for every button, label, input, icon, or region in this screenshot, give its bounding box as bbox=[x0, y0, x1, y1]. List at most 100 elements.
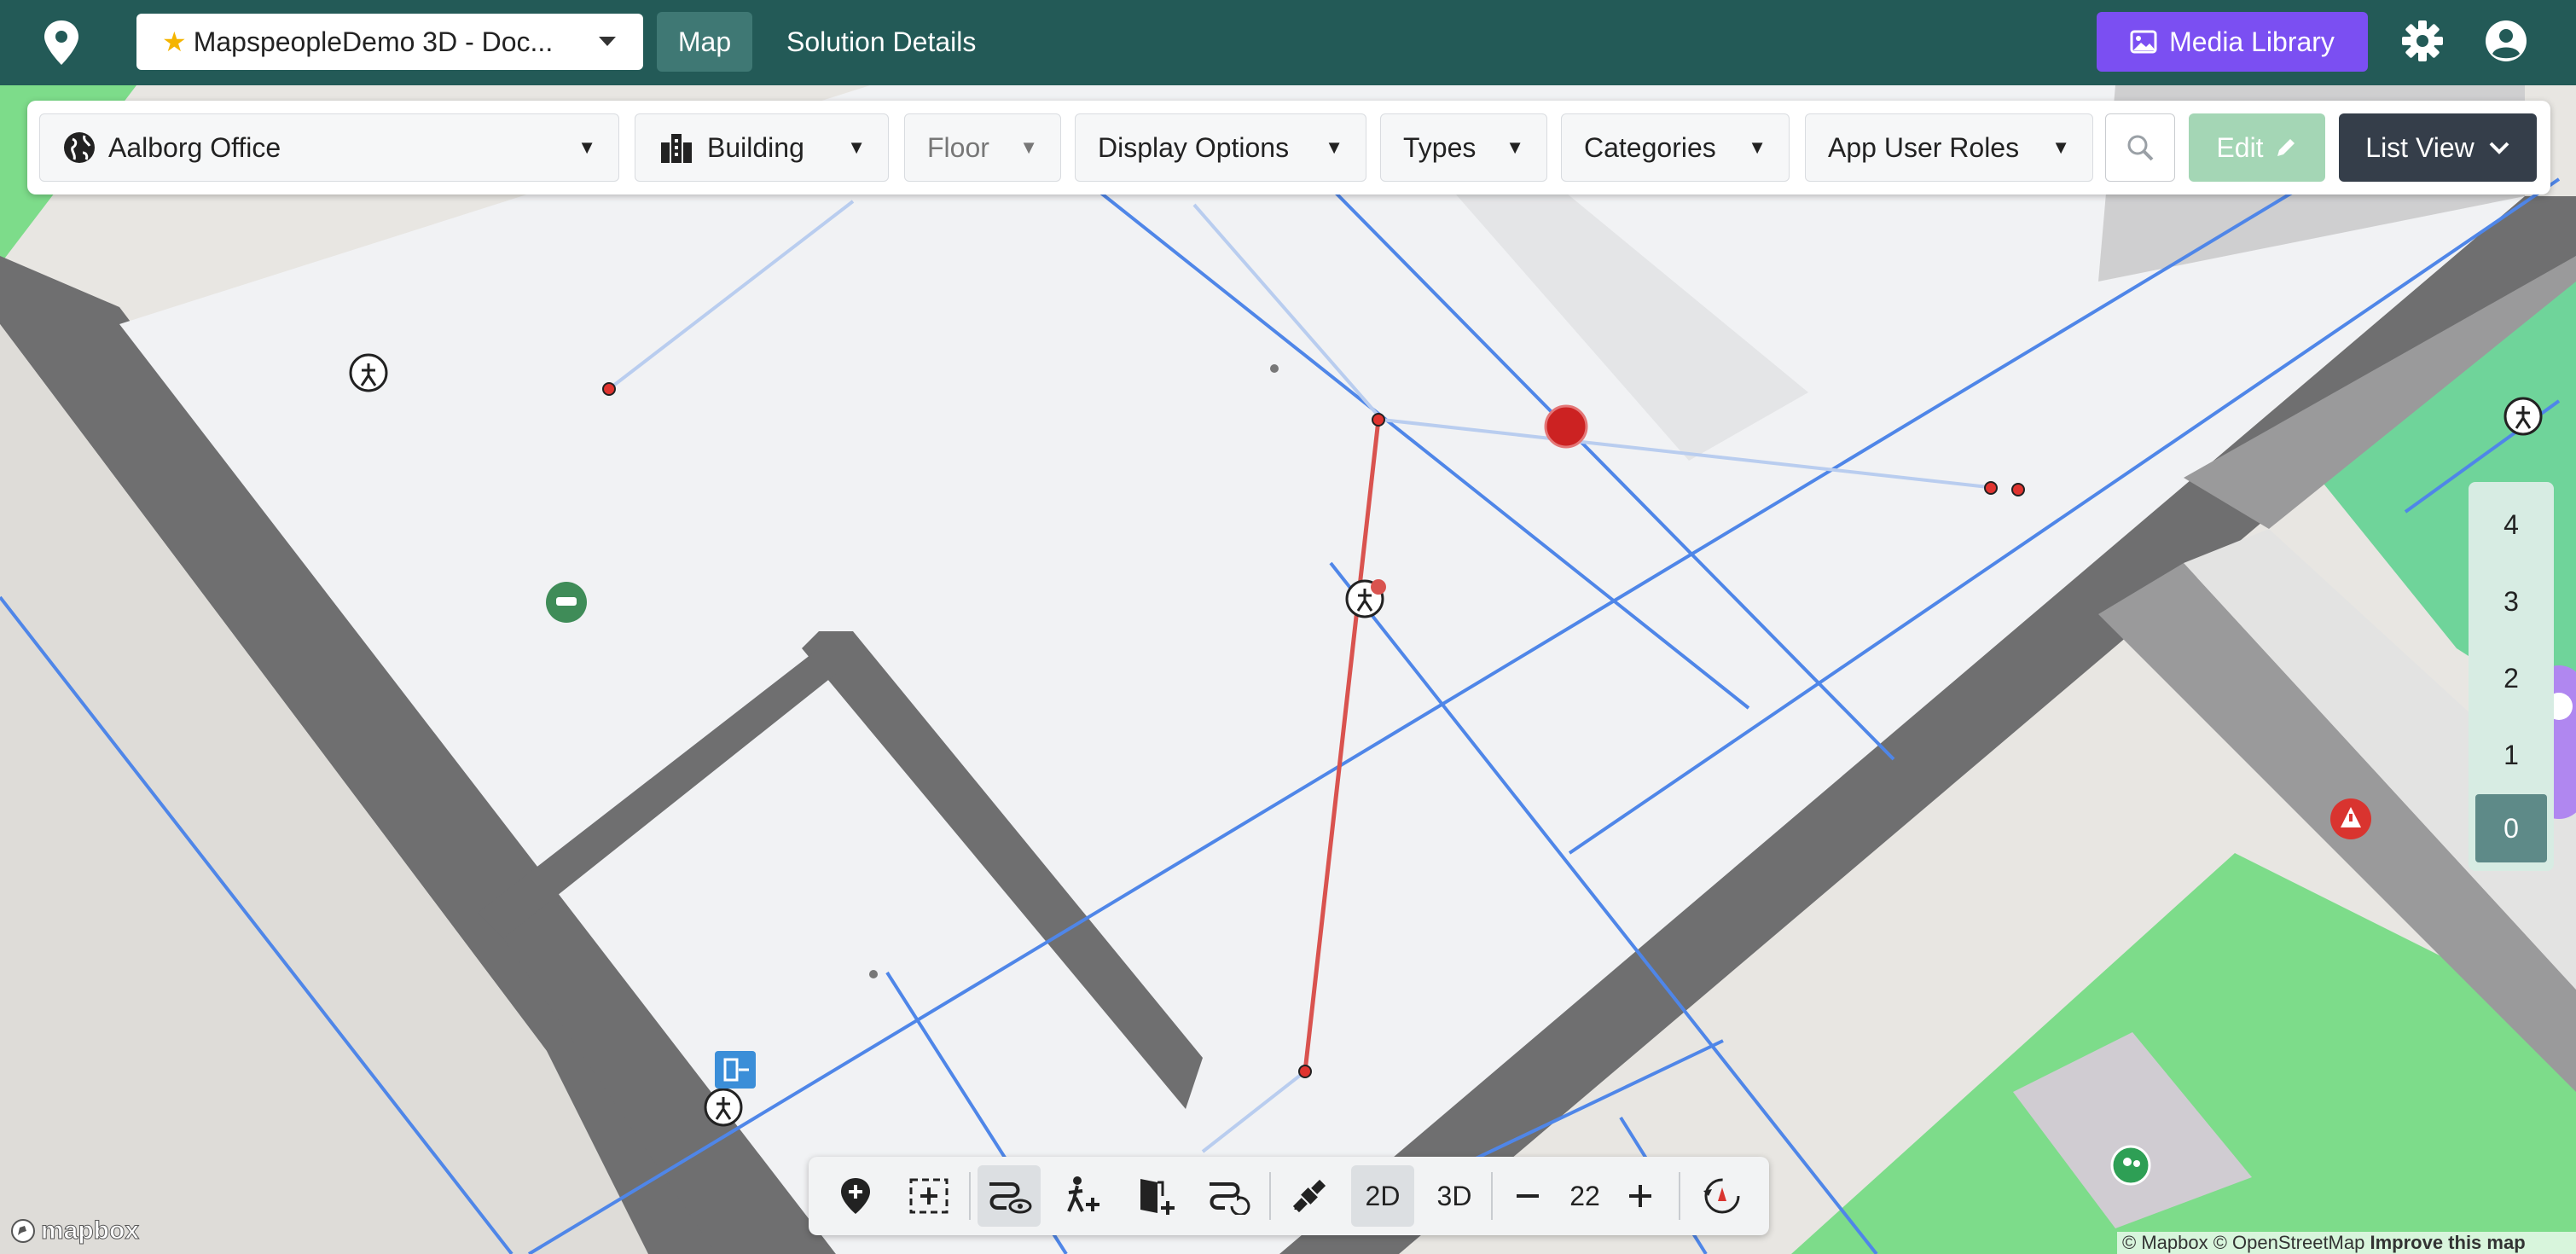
chevron-down-icon bbox=[599, 37, 616, 46]
lounge-icon[interactable] bbox=[546, 582, 587, 623]
route-node[interactable] bbox=[602, 382, 616, 396]
project-selector[interactable]: ★ MapspeopleDemo 3D - Doc... bbox=[136, 14, 643, 70]
satellite-toggle-button[interactable] bbox=[1278, 1165, 1341, 1227]
route-visibility-button[interactable] bbox=[978, 1165, 1041, 1227]
types-dropdown[interactable]: Types ▼ bbox=[1380, 113, 1547, 182]
walking-person-icon[interactable] bbox=[349, 353, 388, 392]
separator bbox=[1269, 1172, 1271, 1220]
area-select-icon bbox=[909, 1178, 949, 1214]
walking-person-icon[interactable] bbox=[2503, 397, 2543, 436]
building-icon bbox=[661, 134, 692, 163]
separator bbox=[1491, 1172, 1493, 1220]
mapspeople-logo-icon[interactable] bbox=[41, 19, 82, 67]
venue-dropdown[interactable]: Aalborg Office ▼ bbox=[39, 113, 619, 182]
floor-label: Floor bbox=[927, 131, 989, 163]
display-options-dropdown[interactable]: Display Options ▼ bbox=[1075, 113, 1366, 182]
route-node[interactable] bbox=[1372, 413, 1385, 427]
caret-down-icon: ▼ bbox=[1019, 136, 1038, 158]
caret-down-icon: ▼ bbox=[577, 136, 596, 158]
plus-icon bbox=[1629, 1185, 1651, 1207]
separator bbox=[969, 1172, 971, 1220]
map-dot bbox=[869, 970, 878, 978]
warning-icon[interactable] bbox=[2330, 798, 2371, 839]
zoom-out-button[interactable] bbox=[1496, 1165, 1559, 1227]
mapbox-icon bbox=[11, 1219, 35, 1243]
mapbox-logo-text: mapbox bbox=[40, 1216, 140, 1245]
mode-3d-button[interactable]: 3D bbox=[1423, 1165, 1486, 1227]
map-floorplan[interactable] bbox=[0, 85, 2576, 1254]
location-pin-plus-icon bbox=[841, 1178, 870, 1214]
caret-down-icon: ▼ bbox=[847, 136, 866, 158]
nav-tab-map[interactable]: Map bbox=[657, 12, 752, 72]
floor-button-3[interactable]: 3 bbox=[2475, 567, 2547, 636]
walking-person-plus-icon bbox=[1067, 1176, 1099, 1212]
building-dropdown[interactable]: Building ▼ bbox=[635, 113, 889, 182]
attribution-improve-link[interactable]: Improve this map bbox=[2370, 1232, 2525, 1253]
route-node[interactable] bbox=[1984, 481, 1998, 495]
route-refresh-icon bbox=[1210, 1182, 1250, 1215]
zoom-level: 22 bbox=[1569, 1180, 1600, 1211]
map-filter-toolbar: Aalborg Office ▼ Building ▼ Floor ▼ Disp… bbox=[27, 101, 2550, 194]
add-area-button[interactable] bbox=[897, 1165, 960, 1227]
add-door-button[interactable] bbox=[1124, 1165, 1187, 1227]
attribution-osm-link[interactable]: © OpenStreetMap bbox=[2213, 1232, 2365, 1253]
caret-down-icon: ▼ bbox=[1506, 136, 1524, 158]
app-user-roles-label: App User Roles bbox=[1828, 131, 2020, 163]
map-attribution: © Mapbox © OpenStreetMap Improve this ma… bbox=[2117, 1232, 2576, 1254]
map-canvas[interactable] bbox=[0, 85, 2576, 1254]
mode-2d-button[interactable]: 2D bbox=[1351, 1165, 1414, 1227]
exit-door-icon[interactable] bbox=[715, 1051, 756, 1089]
search-button[interactable] bbox=[2105, 113, 2175, 182]
image-icon bbox=[2130, 30, 2157, 54]
route-node[interactable] bbox=[2011, 483, 2025, 496]
globe-icon bbox=[64, 132, 95, 163]
venue-label: Aalborg Office bbox=[108, 131, 281, 163]
zoom-in-button[interactable] bbox=[1609, 1165, 1672, 1227]
categories-label: Categories bbox=[1584, 131, 1716, 163]
floor-button-1[interactable]: 1 bbox=[2475, 721, 2547, 789]
floor-button-0[interactable]: 0 bbox=[2475, 794, 2547, 862]
types-label: Types bbox=[1403, 131, 1477, 163]
floor-button-2[interactable]: 2 bbox=[2475, 644, 2547, 712]
selected-location-marker[interactable] bbox=[1544, 404, 1588, 449]
star-icon: ★ bbox=[162, 26, 187, 57]
app-user-roles-dropdown[interactable]: App User Roles ▼ bbox=[1805, 113, 2093, 182]
mapbox-logo[interactable]: mapbox bbox=[10, 1216, 140, 1245]
reset-bearing-button[interactable] bbox=[1691, 1165, 1754, 1227]
route-refresh-button[interactable] bbox=[1198, 1165, 1261, 1227]
edit-label: Edit bbox=[2216, 131, 2264, 163]
caret-down-icon: ▼ bbox=[2051, 136, 2070, 158]
list-view-label: List View bbox=[2365, 131, 2474, 163]
display-options-label: Display Options bbox=[1098, 131, 1290, 163]
project-name: MapspeopleDemo 3D - Doc... bbox=[193, 26, 554, 57]
add-waypoint-button[interactable] bbox=[1051, 1165, 1114, 1227]
gear-icon[interactable] bbox=[2400, 19, 2445, 63]
attribution-mapbox-link[interactable]: © Mapbox bbox=[2122, 1232, 2208, 1253]
floor-dropdown[interactable]: Floor ▼ bbox=[904, 113, 1061, 182]
people-group-icon[interactable] bbox=[2110, 1145, 2151, 1186]
media-library-button[interactable]: Media Library bbox=[2097, 12, 2368, 72]
edit-button[interactable]: Edit bbox=[2189, 113, 2325, 182]
chevron-down-icon bbox=[2489, 142, 2509, 154]
walking-person-icon[interactable] bbox=[704, 1088, 743, 1127]
nav-tab-solution-details[interactable]: Solution Details bbox=[768, 12, 995, 72]
caret-down-icon: ▼ bbox=[1325, 136, 1343, 158]
media-library-label: Media Library bbox=[2169, 26, 2335, 57]
route-node[interactable] bbox=[1298, 1065, 1312, 1078]
route-eye-icon bbox=[989, 1182, 1032, 1214]
list-view-button[interactable]: List View bbox=[2339, 113, 2537, 182]
categories-dropdown[interactable]: Categories ▼ bbox=[1561, 113, 1790, 182]
minus-icon bbox=[1517, 1194, 1539, 1198]
search-icon bbox=[2127, 135, 2154, 161]
building-label: Building bbox=[707, 131, 804, 163]
top-navigation-bar: ★ MapspeopleDemo 3D - Doc... Map Solutio… bbox=[0, 0, 2576, 85]
separator bbox=[1679, 1172, 1680, 1220]
door-plus-icon bbox=[1140, 1179, 1175, 1215]
compass-reset-icon bbox=[1703, 1178, 1740, 1214]
floor-button-4[interactable]: 4 bbox=[2475, 491, 2547, 559]
pencil-icon bbox=[2277, 139, 2295, 156]
floor-selector: 4 3 2 1 0 bbox=[2469, 482, 2554, 871]
satellite-icon bbox=[1292, 1179, 1326, 1213]
user-icon[interactable] bbox=[2484, 19, 2528, 63]
add-location-button[interactable] bbox=[824, 1165, 887, 1227]
